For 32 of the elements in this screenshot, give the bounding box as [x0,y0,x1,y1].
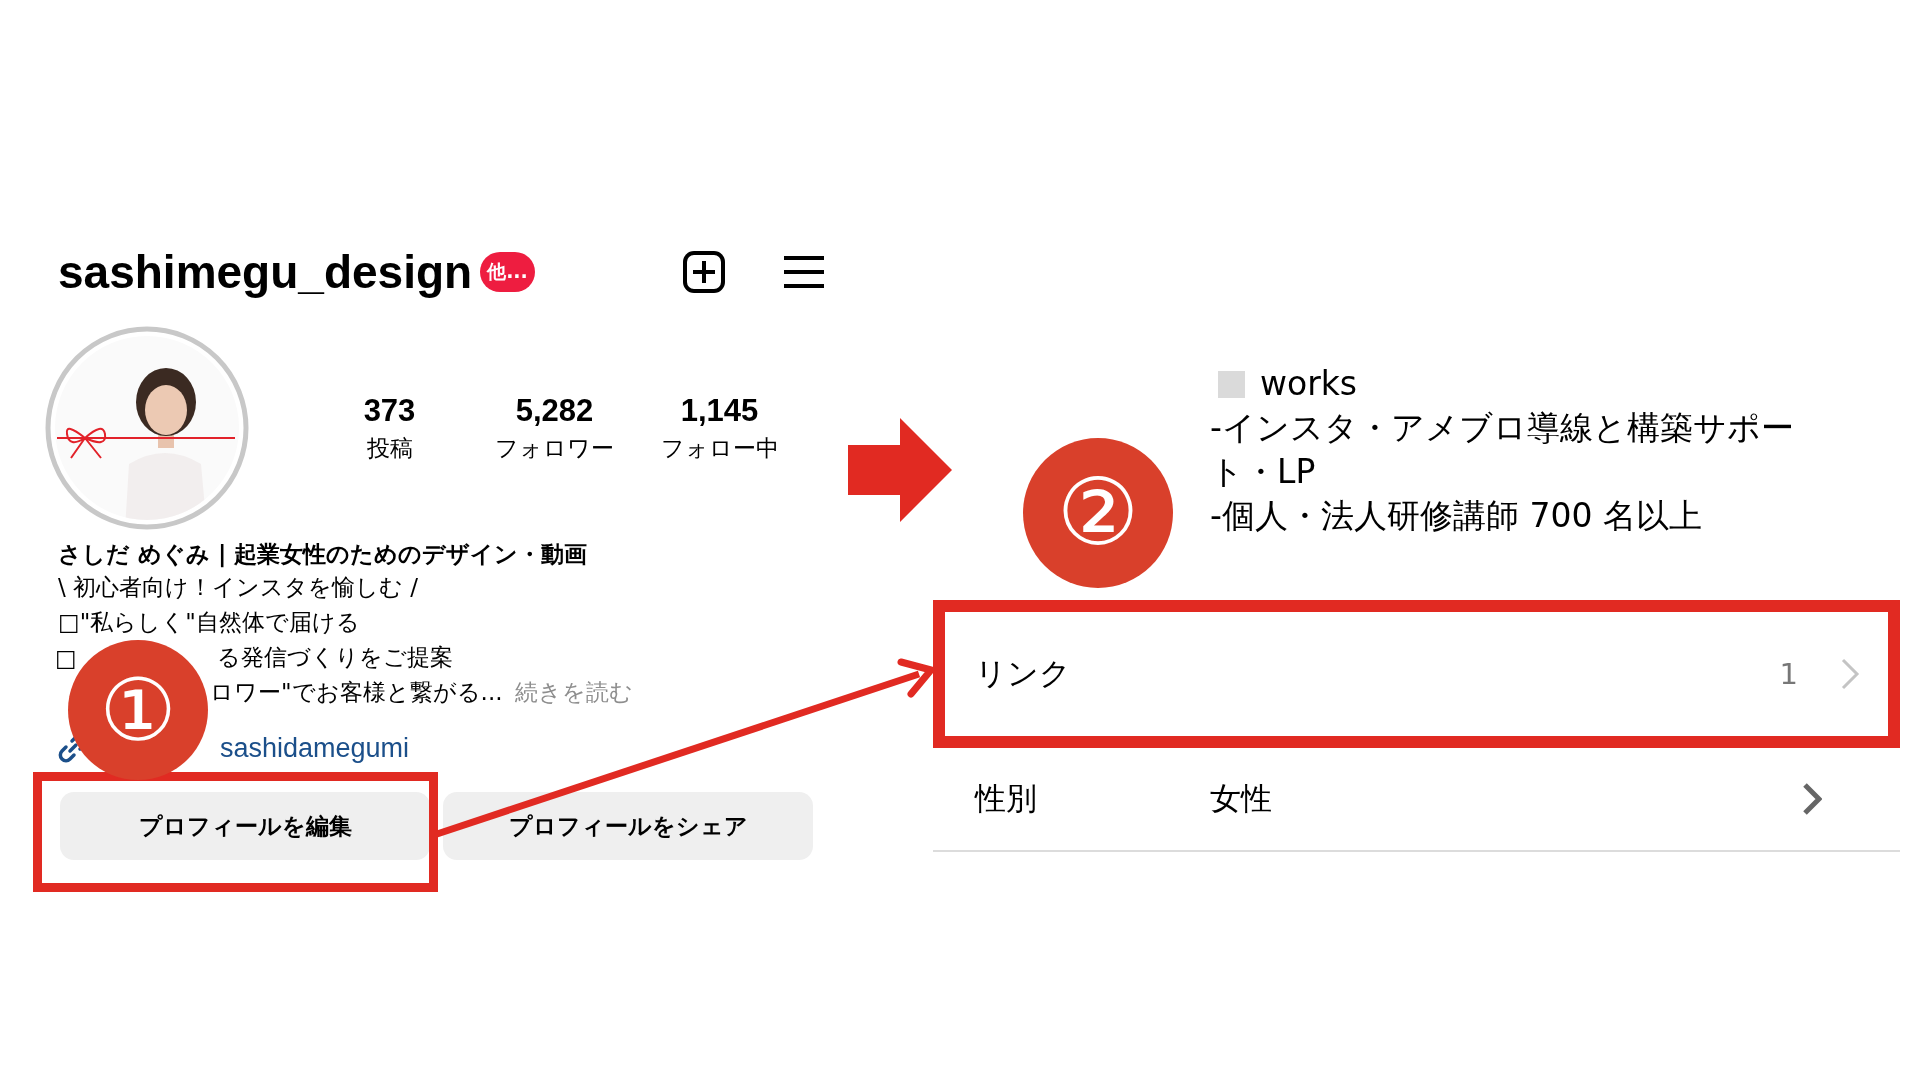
username: sashimegu_design [58,245,473,299]
stat-label: フォロワー [495,433,614,463]
settings-row[interactable]: リンク 1 [933,600,1900,748]
row-label: リンク [975,654,1072,693]
row-label: 性別 [975,779,1038,818]
add-icon[interactable] [682,250,726,294]
step-number: ② [1023,438,1173,588]
chevron-icon [1802,782,1822,816]
profile-button[interactable]: プロフィールを編集 [60,792,430,860]
profile-link[interactable]: sashidamegumi [220,732,410,764]
bio-text: -インスタ・アメブロ導線と構築サポート・LP [1210,407,1795,493]
row-count: 1 [1779,657,1798,691]
bio-text: \ 初心者向け！インスタを愉しむ / [58,573,419,602]
bio-text: □"私らしく"自然体で届ける [58,608,360,637]
bio-heading: works [1260,363,1358,405]
stat-count: 5,282 [515,392,594,429]
bio-text: -個人・法人研修講師 700 名以上 [1210,495,1703,537]
bio-text: ロワー"でお客様と繋がる... [210,678,503,707]
notification-badge[interactable]: 他... [480,252,535,292]
stat-count: 373 [363,392,416,429]
stat-label: フォロー中 [660,433,779,463]
profile-name: さしだ めぐみ | 起業女性のためのデザイン・動画 [58,540,589,570]
stat-label: 投稿 [366,433,413,463]
right-arrow-icon [848,418,952,522]
stat-count: 1,145 [680,392,759,429]
row-value: 女性 [1210,779,1272,818]
chevron-icon [1840,657,1860,691]
settings-row[interactable]: 性別 女性 [933,748,1900,852]
square-icon [1218,370,1245,398]
menu-icon[interactable] [782,255,826,289]
bio-text: る発信づくりをご提案 [216,643,453,672]
profile-button[interactable]: プロフィールをシェア [443,792,813,860]
